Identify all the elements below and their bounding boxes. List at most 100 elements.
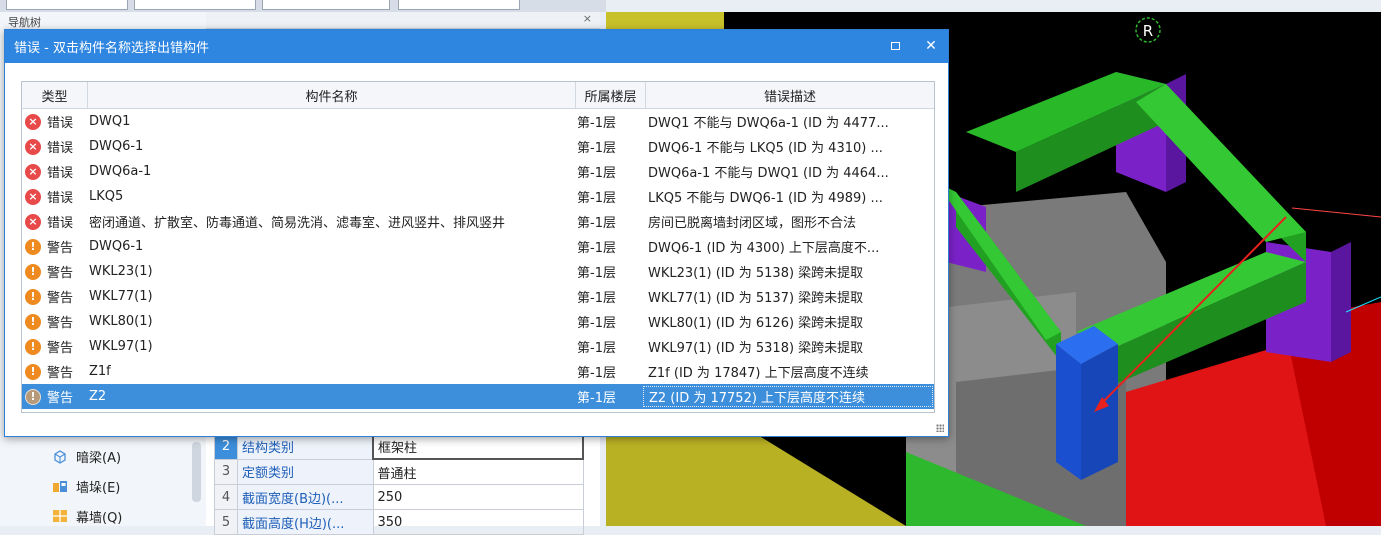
- error-list[interactable]: 类型 构件名称 所属楼层 错误描述 × 错误 DWQ1 第-1层 DWQ1 不能…: [21, 81, 935, 413]
- warning-icon: !: [25, 338, 41, 355]
- component-name[interactable]: LKQ5: [87, 189, 574, 204]
- list-header: 类型 构件名称 所属楼层 错误描述: [22, 82, 934, 109]
- list-item[interactable]: ! 警告 WKL23(1) 第-1层 WKL23(1) (ID 为 5138) …: [22, 259, 934, 284]
- type-label: 警告: [47, 266, 74, 281]
- type-label: 错误: [47, 166, 74, 181]
- type-cell: × 错误: [22, 187, 87, 206]
- toolbar-combo-2[interactable]: [134, 0, 256, 10]
- description-cell: Z1f (ID 为 17847) 上下层高度不连续: [648, 366, 869, 381]
- nav-item-hidden-beam[interactable]: 暗梁(A): [52, 443, 121, 469]
- list-item[interactable]: ! 警告 DWQ6-1 第-1层 DWQ6-1 (ID 为 4300) 上下层高…: [22, 234, 934, 259]
- dialog-title: 错误 - 双击构件名称选择出错构件: [14, 41, 209, 56]
- table-row[interactable]: 5 截面高度(H边)(... 350: [214, 509, 584, 535]
- list-item[interactable]: ! 警告 WKL97(1) 第-1层 WKL97(1) (ID 为 5318) …: [22, 334, 934, 359]
- toolbar-combo-3[interactable]: [262, 0, 390, 10]
- type-label: 警告: [47, 241, 74, 256]
- warning-icon: !: [25, 288, 41, 305]
- type-cell: ! 警告: [22, 312, 87, 331]
- floor-cell: 第-1层: [577, 291, 616, 306]
- dialog-title-bar[interactable]: 错误 - 双击构件名称选择出错构件 ✕: [5, 30, 948, 63]
- close-icon: ✕: [925, 38, 937, 54]
- warning-icon: !: [25, 313, 41, 330]
- list-item[interactable]: ! 警告 WKL77(1) 第-1层 WKL77(1) (ID 为 5137) …: [22, 284, 934, 309]
- description-cell: LKQ5 不能与 DWQ6-1 (ID 为 4989) ...: [648, 191, 883, 206]
- floor-cell: 第-1层: [577, 216, 616, 231]
- column-header-floor[interactable]: 所属楼层: [576, 82, 646, 108]
- resize-grip-icon[interactable]: [936, 424, 944, 432]
- description-cell: DWQ6-1 (ID 为 4300) 上下层高度不...: [648, 241, 880, 256]
- error-icon: ×: [25, 113, 41, 130]
- floor-cell: 第-1层: [577, 316, 616, 331]
- property-value[interactable]: 250: [372, 484, 584, 510]
- nav-item-curtain-wall[interactable]: 幕墙(Q): [52, 503, 122, 529]
- column-header-type[interactable]: 类型: [22, 82, 88, 108]
- floor-cell: 第-1层: [577, 341, 616, 356]
- table-row[interactable]: 4 截面宽度(B边)(... 250: [214, 484, 584, 510]
- column-header-name[interactable]: 构件名称: [88, 82, 576, 108]
- nav-scrollbar[interactable]: [192, 442, 201, 502]
- type-label: 错误: [47, 191, 74, 206]
- type-label: 错误: [47, 216, 74, 231]
- component-name[interactable]: Z1f: [87, 364, 574, 379]
- list-item[interactable]: × 错误 LKQ5 第-1层 LKQ5 不能与 DWQ6-1 (ID 为 498…: [22, 184, 934, 209]
- curtain-wall-icon: [53, 510, 67, 522]
- list-item[interactable]: × 错误 DWQ6a-1 第-1层 DWQ6a-1 不能与 DWQ1 (ID 为…: [22, 159, 934, 184]
- description-cell: WKL77(1) (ID 为 5137) 梁跨未提取: [648, 291, 864, 306]
- floor-cell: 第-1层: [577, 266, 616, 281]
- error-icon: ×: [25, 138, 41, 155]
- close-icon[interactable]: ×: [583, 12, 592, 25]
- description-cell: WKL80(1) (ID 为 6126) 梁跨未提取: [648, 316, 864, 331]
- type-label: 错误: [47, 116, 74, 131]
- row-number: 5: [214, 509, 238, 535]
- property-name: 截面宽度(B边)(...: [237, 484, 374, 510]
- type-label: 警告: [47, 291, 74, 306]
- type-cell: ! 警告: [22, 337, 87, 356]
- nav-item-label: 暗梁(A): [76, 450, 122, 466]
- component-name[interactable]: WKL80(1): [87, 314, 574, 329]
- type-label: 错误: [47, 141, 74, 156]
- column-header-description[interactable]: 错误描述: [646, 82, 934, 108]
- floor-cell: 第-1层: [577, 391, 616, 406]
- toolbar-combo-1[interactable]: [6, 0, 128, 10]
- maximize-button[interactable]: [886, 37, 904, 55]
- error-icon: ×: [25, 213, 41, 230]
- component-name[interactable]: Z2: [87, 389, 574, 404]
- type-cell: ! 警告: [22, 387, 87, 406]
- toolbar-combo-4[interactable]: [398, 0, 520, 10]
- close-button[interactable]: ✕: [922, 37, 940, 55]
- table-row[interactable]: 3 定额类别 普通柱: [214, 458, 584, 485]
- nav-tree-title: 导航树: [8, 16, 41, 29]
- description-cell: 房间已脱离墙封闭区域，图形不合法: [648, 216, 857, 231]
- property-value[interactable]: 普通柱: [372, 458, 584, 485]
- list-item[interactable]: ! 警告 Z1f 第-1层 Z1f (ID 为 17847) 上下层高度不连续: [22, 359, 934, 384]
- type-cell: × 错误: [22, 212, 87, 231]
- floor-cell: 第-1层: [577, 366, 616, 381]
- type-cell: ! 警告: [22, 362, 87, 381]
- list-item[interactable]: ! 警告 WKL80(1) 第-1层 WKL80(1) (ID 为 6126) …: [22, 309, 934, 334]
- list-item[interactable]: × 错误 DWQ1 第-1层 DWQ1 不能与 DWQ6a-1 (ID 为 44…: [22, 109, 934, 134]
- nav-item-wall-pier[interactable]: 墙垛(E): [52, 473, 120, 499]
- list-item[interactable]: ! 警告 Z2 第-1层 Z2 (ID 为 17752) 上下层高度不连续: [22, 384, 934, 409]
- type-cell: ! 警告: [22, 262, 87, 281]
- property-name: 定额类别: [237, 458, 374, 485]
- type-label: 警告: [47, 341, 74, 356]
- list-item[interactable]: × 错误 密闭通道、扩散室、防毒通道、简易洗消、滤毒室、进风竖井、排风竖井 第-…: [22, 209, 934, 234]
- type-cell: ! 警告: [22, 287, 87, 306]
- component-name[interactable]: WKL97(1): [87, 339, 574, 354]
- list-item[interactable]: × 错误 DWQ6-1 第-1层 DWQ6-1 不能与 LKQ5 (ID 为 4…: [22, 134, 934, 159]
- component-name[interactable]: DWQ6-1: [87, 239, 574, 254]
- property-value[interactable]: 350: [372, 509, 584, 535]
- type-label: 警告: [47, 391, 74, 406]
- properties-table: 2 结构类别 框架柱 3 定额类别 普通柱 4 截面宽度(B边)(... 250…: [214, 432, 584, 535]
- row-number: 4: [214, 484, 238, 510]
- component-name[interactable]: WKL77(1): [87, 289, 574, 304]
- warning-icon: !: [25, 388, 41, 405]
- component-name[interactable]: DWQ6a-1: [87, 164, 574, 179]
- description-cell: DWQ6-1 不能与 LKQ5 (ID 为 4310) ...: [648, 141, 883, 156]
- component-name[interactable]: DWQ1: [87, 114, 574, 129]
- component-name[interactable]: WKL23(1): [87, 264, 574, 279]
- floor-cell: 第-1层: [577, 191, 616, 206]
- component-name[interactable]: DWQ6-1: [87, 139, 574, 154]
- type-label: 警告: [47, 316, 74, 331]
- component-name[interactable]: 密闭通道、扩散室、防毒通道、简易洗消、滤毒室、进风竖井、排风竖井: [87, 212, 574, 231]
